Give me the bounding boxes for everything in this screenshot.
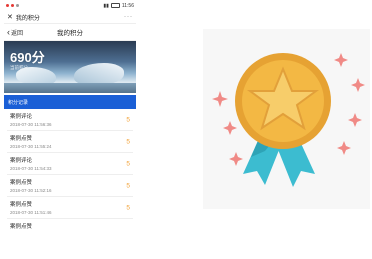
status-bar: ▮▮ 11:56 xyxy=(4,0,136,11)
signal-icon: ▮▮ xyxy=(103,2,109,9)
list-item[interactable]: 案例点赞 2018-07-30 11:52:16 5 xyxy=(7,175,133,197)
record-time: 2018-07-30 11:51:46 xyxy=(10,210,52,215)
list-item[interactable]: 案例评论 2018-07-30 11:54:33 5 xyxy=(7,153,133,175)
points-note: 当前积分 xyxy=(10,65,28,70)
phone-screen: ▮▮ 11:56 ✕ 我的积分 ··· ‹ 返回 我的积分 690分 当前积分 … xyxy=(4,0,136,259)
record-title: 案例点赞 xyxy=(10,136,33,142)
sparkle-icon xyxy=(223,121,237,135)
section-header: 积分记录 xyxy=(4,95,136,109)
notification-icon xyxy=(16,4,19,7)
record-time: 2018-07-30 11:56:36 xyxy=(10,122,52,127)
list-item[interactable]: 案例评论 2018-07-30 11:56:36 5 xyxy=(7,109,133,131)
nav-bar: ‹ 返回 我的积分 xyxy=(4,24,136,41)
back-button[interactable]: ‹ 返回 xyxy=(7,26,24,37)
list-item[interactable]: 案例点赞 2018-07-30 11:55:24 5 xyxy=(7,131,133,153)
list-item[interactable]: 案例点赞 2018-07-30 11:51:46 5 xyxy=(7,197,133,219)
records-list: 案例评论 2018-07-30 11:56:36 5 案例点赞 2018-07-… xyxy=(4,109,136,232)
points-banner: 690分 当前积分 xyxy=(4,41,136,93)
points-total: 690分 xyxy=(10,50,45,65)
close-icon[interactable]: ✕ xyxy=(7,14,13,21)
record-score: 5 xyxy=(126,160,130,167)
banner-image xyxy=(4,83,136,93)
more-options-icon[interactable]: ··· xyxy=(124,14,133,20)
page-title: 我的积分 xyxy=(57,30,83,37)
record-title: 案例评论 xyxy=(10,158,33,164)
notification-icon xyxy=(6,4,9,7)
record-title: 案例点赞 xyxy=(10,202,33,208)
sparkle-icon xyxy=(334,53,348,67)
record-time: 2018-07-30 11:52:16 xyxy=(10,188,52,193)
section-title: 积分记录 xyxy=(8,99,29,106)
sparkle-icon xyxy=(337,141,351,155)
sparkle-icon xyxy=(212,91,228,107)
record-title: 案例评论 xyxy=(10,114,33,120)
medal-star-icon xyxy=(212,53,365,187)
record-time: 2018-07-30 11:54:33 xyxy=(10,166,52,171)
status-icons-left xyxy=(6,4,19,7)
back-label: 返回 xyxy=(11,30,24,37)
medal-illustration xyxy=(203,29,370,209)
sparkle-icon xyxy=(351,78,365,92)
record-title: 案例点赞 xyxy=(10,180,33,186)
record-title: 案例点赞 xyxy=(10,224,33,230)
record-score: 5 xyxy=(126,138,130,145)
sparkle-icon xyxy=(348,113,362,127)
record-score: 5 xyxy=(126,182,130,189)
record-time: 2018-07-30 11:55:24 xyxy=(10,144,52,149)
battery-icon xyxy=(110,3,120,8)
window-title: 我的积分 xyxy=(15,15,40,22)
status-time: 11:56 xyxy=(121,2,134,9)
chevron-left-icon: ‹ xyxy=(7,26,10,37)
record-score: 5 xyxy=(126,116,130,123)
notification-icon xyxy=(11,4,14,7)
list-item[interactable]: 案例点赞 xyxy=(7,219,133,232)
window-bar: ✕ 我的积分 ··· xyxy=(4,11,136,24)
record-score: 5 xyxy=(126,204,130,211)
banner-image xyxy=(74,63,124,85)
status-icons-right: ▮▮ 11:56 xyxy=(103,3,134,9)
sparkle-icon xyxy=(229,152,243,166)
